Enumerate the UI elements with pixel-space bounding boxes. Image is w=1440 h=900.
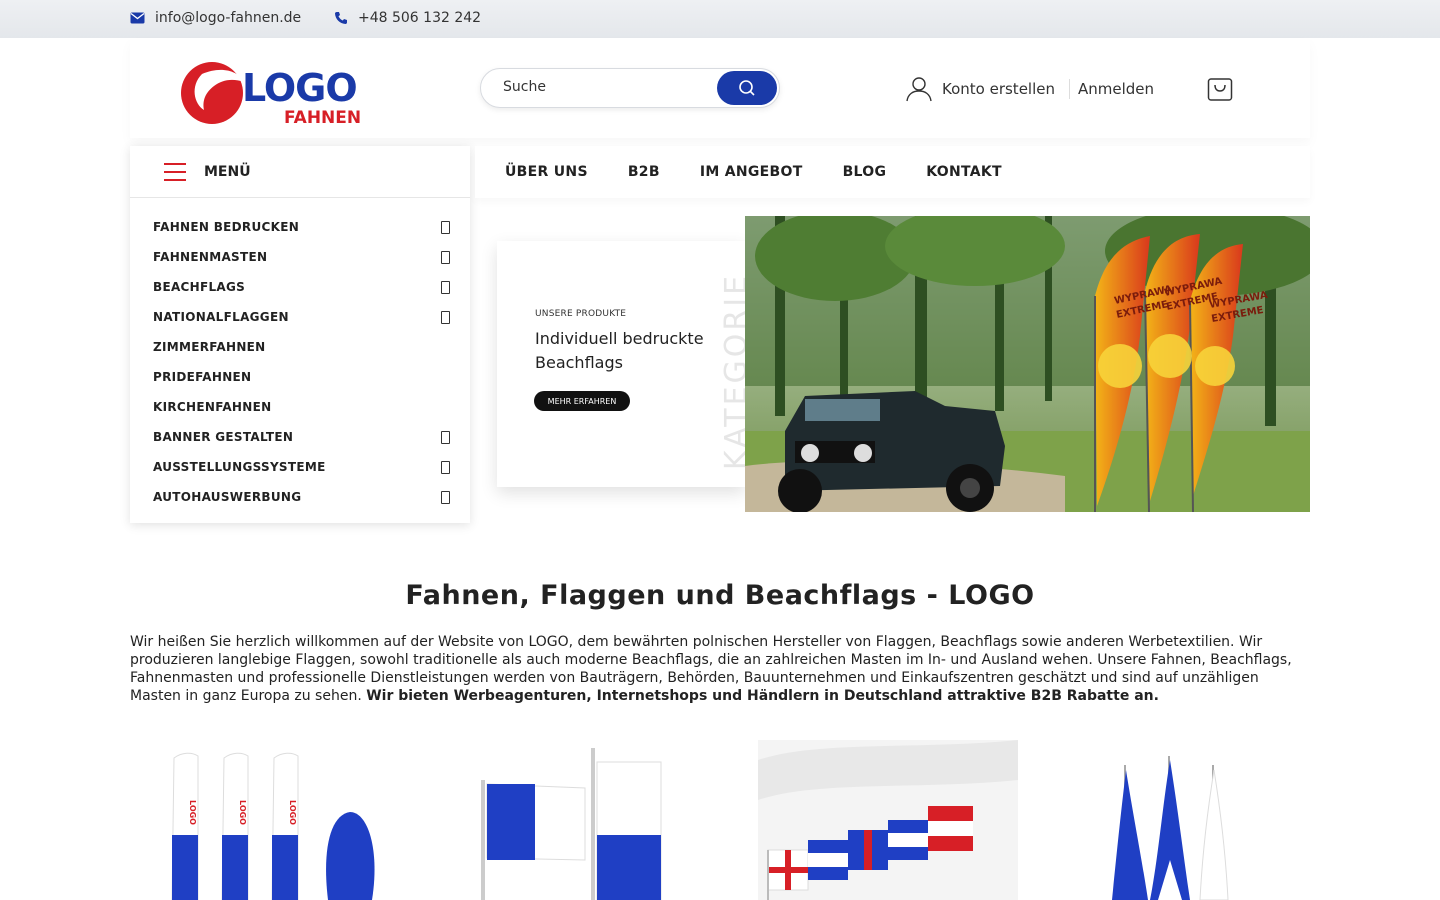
menu-item-label: AUSSTELLUNGSSYSTEME <box>153 460 326 474</box>
menu-item[interactable]: BEACHFLAGS <box>130 272 470 302</box>
room-flags-image <box>1112 756 1229 900</box>
phone-icon <box>335 12 347 24</box>
hero-eyebrow: UNSERE PRODUKTE <box>535 309 627 319</box>
product-card-beachflags[interactable]: LOGO LOGO LOGO <box>130 740 390 900</box>
submenu-arrow-icon[interactable] <box>441 220 450 234</box>
menu-item[interactable]: PRIDEFAHNEN <box>130 362 470 392</box>
nav-link[interactable]: BLOG <box>843 164 887 180</box>
menu-toggle[interactable]: MENÜ <box>130 146 470 198</box>
svg-text:LOGO: LOGO <box>288 800 297 825</box>
menu-item-label: BANNER GESTALTEN <box>153 430 294 444</box>
page-title: Fahnen, Flaggen und Beachflags - LOGO <box>405 580 1035 611</box>
product-card-fahnen[interactable] <box>465 740 725 900</box>
create-account-link[interactable]: Konto erstellen <box>942 80 1055 98</box>
product-card-zimmerfahnen[interactable] <box>1050 740 1310 900</box>
top-bar: info@logo-fahnen.de +48 506 132 242 <box>0 0 1440 38</box>
contact-email[interactable]: info@logo-fahnen.de <box>130 10 301 26</box>
hero-photo-illustration: WYPRAWA EXTREME WYPRAWA EXTREME WYPRAWA … <box>745 216 1310 512</box>
submenu-arrow-icon[interactable] <box>441 310 450 324</box>
account-area: Konto erstellen Anmelden <box>906 76 1154 102</box>
menu-item-label: FAHNENMASTEN <box>153 250 268 264</box>
svg-text:LOGO: LOGO <box>238 800 247 825</box>
cart-button[interactable] <box>1207 76 1233 102</box>
main-nav: ÜBER UNS B2B IM ANGEBOT BLOG KONTAKT <box>475 146 1310 198</box>
submenu-arrow-icon[interactable] <box>441 490 450 504</box>
category-menu: MENÜ FAHNEN BEDRUCKEN FAHNENMASTEN BEACHFL… <box>130 146 470 523</box>
hamburger-icon <box>164 162 186 181</box>
menu-item[interactable]: ZIMMERFAHNEN <box>130 332 470 362</box>
hero-title: Individuell bedruckte Beachflags <box>535 329 704 372</box>
site-logo[interactable]: LOGO FAHNEN <box>180 60 362 130</box>
search-icon <box>739 80 755 96</box>
site-header: LOGO FAHNEN Konto erstellen Anmelden <box>130 38 1310 138</box>
svg-text:LOGO: LOGO <box>188 800 197 825</box>
nav-link[interactable]: B2B <box>628 164 660 180</box>
menu-list: FAHNEN BEDRUCKEN FAHNENMASTEN BEACHFLAGS NA… <box>130 198 470 512</box>
hero-banner: UNSERE PRODUKTE Individuell bedruckte Be… <box>475 216 1310 512</box>
login-link[interactable]: Anmelden <box>1078 80 1154 98</box>
menu-item[interactable]: KIRCHENFAHNEN <box>130 392 470 422</box>
menu-item-label: FAHNEN BEDRUCKEN <box>153 220 300 234</box>
menu-item[interactable]: FAHNEN BEDRUCKEN <box>130 212 470 242</box>
menu-item-label: KIRCHENFAHNEN <box>153 400 272 414</box>
search-button[interactable] <box>717 71 777 105</box>
hero-more-button[interactable]: MEHR ERFAHREN <box>534 391 630 411</box>
product-category-row: LOGO LOGO LOGO <box>130 740 1310 900</box>
menu-item[interactable]: BANNER GESTALTEN <box>130 422 470 452</box>
intro-bold: Wir bieten Werbeagenturen, Internetshops… <box>366 688 1159 704</box>
contact-phone[interactable]: +48 506 132 242 <box>334 10 481 26</box>
submenu-arrow-icon[interactable] <box>441 460 450 474</box>
flags-image <box>481 748 662 900</box>
hero-image[interactable]: WYPRAWA EXTREME WYPRAWA EXTREME WYPRAWA … <box>745 216 1310 512</box>
search-box <box>480 68 780 108</box>
menu-item-label: NATIONALFLAGGEN <box>153 310 289 324</box>
user-icon[interactable] <box>906 76 932 102</box>
national-flags-image <box>758 740 1018 900</box>
menu-item[interactable]: FAHNENMASTEN <box>130 242 470 272</box>
logo-mark-icon <box>181 62 244 124</box>
menu-item[interactable]: AUSSTELLUNGSSYSTEME <box>130 452 470 482</box>
search-input[interactable] <box>503 79 703 95</box>
shopping-bag-icon <box>1207 78 1233 101</box>
intro-text: Wir heißen Sie herzlich willkommen auf d… <box>130 633 1310 705</box>
product-card-nationalflaggen[interactable] <box>758 740 1018 900</box>
contact-phone-text[interactable]: +48 506 132 242 <box>358 10 481 26</box>
contact-email-text[interactable]: info@logo-fahnen.de <box>155 10 301 26</box>
logo-sub: FAHNEN <box>284 108 362 128</box>
submenu-arrow-icon[interactable] <box>441 280 450 294</box>
nav-link[interactable]: ÜBER UNS <box>505 164 588 180</box>
menu-item[interactable]: AUTOHAUSWERBUNG <box>130 482 470 512</box>
submenu-arrow-icon[interactable] <box>441 430 450 444</box>
nav-link[interactable]: KONTAKT <box>926 164 1002 180</box>
menu-item-label: ZIMMERFAHNEN <box>153 340 266 354</box>
menu-label: MENÜ <box>204 163 251 180</box>
logo-word: LOGO <box>242 66 358 110</box>
envelope-icon <box>130 12 145 24</box>
beachflags-image: LOGO LOGO LOGO <box>171 752 375 900</box>
submenu-arrow-icon[interactable] <box>441 250 450 264</box>
nav-link[interactable]: IM ANGEBOT <box>700 164 803 180</box>
menu-item-label: BEACHFLAGS <box>153 280 246 294</box>
menu-item-label: AUTOHAUSWERBUNG <box>153 490 302 504</box>
menu-item-label: PRIDEFAHNEN <box>153 370 252 384</box>
hero-card: UNSERE PRODUKTE Individuell bedruckte Be… <box>497 241 745 487</box>
menu-item[interactable]: NATIONALFLAGGEN <box>130 302 470 332</box>
account-divider <box>1069 79 1070 99</box>
